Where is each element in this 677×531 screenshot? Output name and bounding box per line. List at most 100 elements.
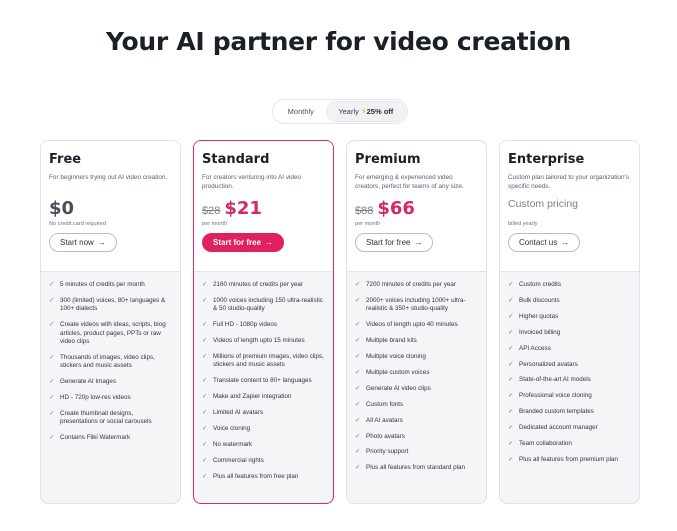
feature-text: Commercial rights (213, 456, 264, 464)
arrow-right-icon: → (561, 238, 570, 247)
feature-text: No watermark (213, 440, 253, 448)
yearly-label: Yearly (338, 107, 359, 116)
discount-label: 25% off (366, 107, 394, 116)
feature-text: 300 (limited) voices, 80+ languages & 10… (60, 296, 166, 313)
billing-option-monthly[interactable]: Monthly (275, 102, 327, 121)
plan-name: Free (49, 152, 82, 167)
price-note: billed yearly (508, 221, 538, 227)
feature-item: ✓ 2000+ voices including 1000+ ultra-real… (355, 297, 478, 314)
button-label: Contact us (519, 238, 558, 247)
check-icon: ✓ (202, 321, 208, 329)
feature-text: Invoiced billing (519, 328, 561, 336)
feature-text: Thousands of images, video clips, sticke… (60, 353, 155, 370)
feature-text: Plus all features from standard plan (366, 464, 466, 472)
check-icon: ✓ (202, 337, 208, 345)
old-price: $88 (355, 205, 374, 217)
plan-name: Premium (355, 152, 421, 167)
feature-text: Dedicated account manager (519, 424, 598, 432)
check-icon: ✓ (508, 408, 514, 416)
feature-text: Create thumbnail designs, presentations … (60, 410, 152, 426)
arrow-right-icon: → (414, 238, 423, 247)
feature-item: ✓ 1000 voices including 150 ultra-realist… (202, 297, 325, 314)
feature-item: ✓ Limited AI avatars (202, 409, 325, 417)
feature-item: ✓ 300 (limited) voices, 80+ languages & 1… (49, 297, 172, 314)
plan-description: For emerging & experienced video creator… (355, 174, 464, 190)
feature-text: Full HD - 1080p videos (213, 321, 278, 329)
plan-card-free: Free For beginners trying out AI video c… (40, 140, 181, 504)
feature-item: ✓ Contains Fliki Watermark (49, 434, 172, 442)
feature-item: ✓ Plus all features from free plan (202, 473, 325, 481)
feature-text: 2160 minutes of credits per year (213, 281, 303, 288)
feature-text: Millions of premium images, video clips,… (213, 353, 324, 369)
monthly-label: Monthly (287, 107, 314, 116)
price-note: per month (202, 221, 228, 227)
feature-item: ✓ Team collaboration (508, 440, 631, 448)
plan-price: Custom pricing (508, 198, 579, 210)
check-icon: ✓ (508, 455, 514, 463)
feature-text: Multiple custom voices (366, 368, 430, 376)
feature-text: Team collaboration (519, 440, 572, 448)
feature-item: ✓ Higher quotas (508, 313, 631, 321)
start-now-button[interactable]: Start now → (49, 233, 117, 252)
feature-text: Plus all features from premium plan (519, 455, 619, 463)
feature-text: Photo avatars (366, 432, 405, 440)
start-for-free-button[interactable]: Start for free → (202, 233, 285, 252)
check-icon: ✓ (202, 409, 208, 417)
plan-price: $66 (377, 198, 415, 219)
feature-item: ✓ Invoiced billing (508, 329, 631, 337)
check-icon: ✓ (202, 425, 208, 433)
plan-card-premium: Premium For emerging & experienced video… (346, 140, 487, 504)
feature-item: ✓ Professional voice cloning (508, 392, 631, 400)
start-for-free-button[interactable]: Start for free → (355, 233, 434, 252)
feature-text: Translate content to 80+ languages (213, 377, 312, 385)
check-icon: ✓ (508, 328, 514, 336)
feature-text: Custom credits (519, 281, 561, 288)
check-icon: ✓ (49, 321, 55, 329)
feature-text: Priority support (366, 448, 409, 456)
feature-text: Branded custom templates (519, 408, 594, 416)
feature-list: ✓ 2160 minutes of credits per year ✓ 1000 v… (194, 271, 333, 481)
plan-description: For creators venturing into AI video pro… (202, 174, 302, 190)
check-icon: ✓ (49, 434, 55, 442)
check-icon: ✓ (355, 464, 361, 472)
billing-option-yearly[interactable]: Yearly ⚡25% off (326, 102, 405, 121)
feature-text: Custom fonts (366, 400, 404, 408)
plan-name: Standard (202, 152, 270, 167)
check-icon: ✓ (355, 384, 361, 392)
feature-item: ✓ Plus all features from standard plan (355, 464, 478, 472)
feature-item: ✓ Voice cloning (202, 425, 325, 433)
feature-text: Professional voice cloning (519, 392, 592, 400)
feature-item: ✓ Full HD - 1080p videos (202, 321, 325, 329)
feature-text: 1000 voices including 150 ultra-realisti… (213, 296, 323, 313)
feature-item: ✓ Translate content to 80+ languages (202, 377, 325, 385)
feature-text: Multiple voice cloning (366, 353, 426, 361)
feature-text: 2000+ voices including 1000+ ultra-reali… (366, 296, 466, 313)
price-note: per month (355, 221, 381, 227)
old-price: $28 (202, 205, 221, 217)
check-icon: ✓ (355, 416, 361, 424)
feature-item: ✓ State-of-the-art AI models (508, 376, 631, 384)
check-icon: ✓ (355, 368, 361, 376)
button-label: Start for free (213, 238, 262, 247)
button-label: Start now (60, 238, 94, 247)
contact-us-button[interactable]: Contact us → (508, 233, 581, 252)
feature-text: 7200 minutes of credits per year (366, 281, 456, 288)
feature-item: ✓ Generate AI video clips (355, 385, 478, 393)
feature-text: Personalized avatars (519, 360, 578, 368)
check-icon: ✓ (49, 296, 55, 304)
check-icon: ✓ (202, 456, 208, 464)
feature-item: ✓ Millions of premium images, video clips… (202, 353, 325, 370)
check-icon: ✓ (49, 410, 55, 418)
feature-item: ✓ Bulk discounts (508, 297, 631, 305)
feature-text: Generate AI Images (60, 378, 117, 386)
feature-text: API Access (519, 344, 551, 352)
feature-item: ✓ All AI avatars (355, 417, 478, 425)
feature-item: ✓ Commercial rights (202, 457, 325, 465)
check-icon: ✓ (355, 353, 361, 361)
check-icon: ✓ (202, 440, 208, 448)
check-icon: ✓ (508, 440, 514, 448)
price-row: $88 $66 (355, 198, 478, 220)
billing-toggle[interactable]: Monthly Yearly ⚡25% off (272, 99, 408, 124)
arrow-right-icon: → (265, 238, 274, 247)
plan-price: $21 (224, 198, 262, 219)
